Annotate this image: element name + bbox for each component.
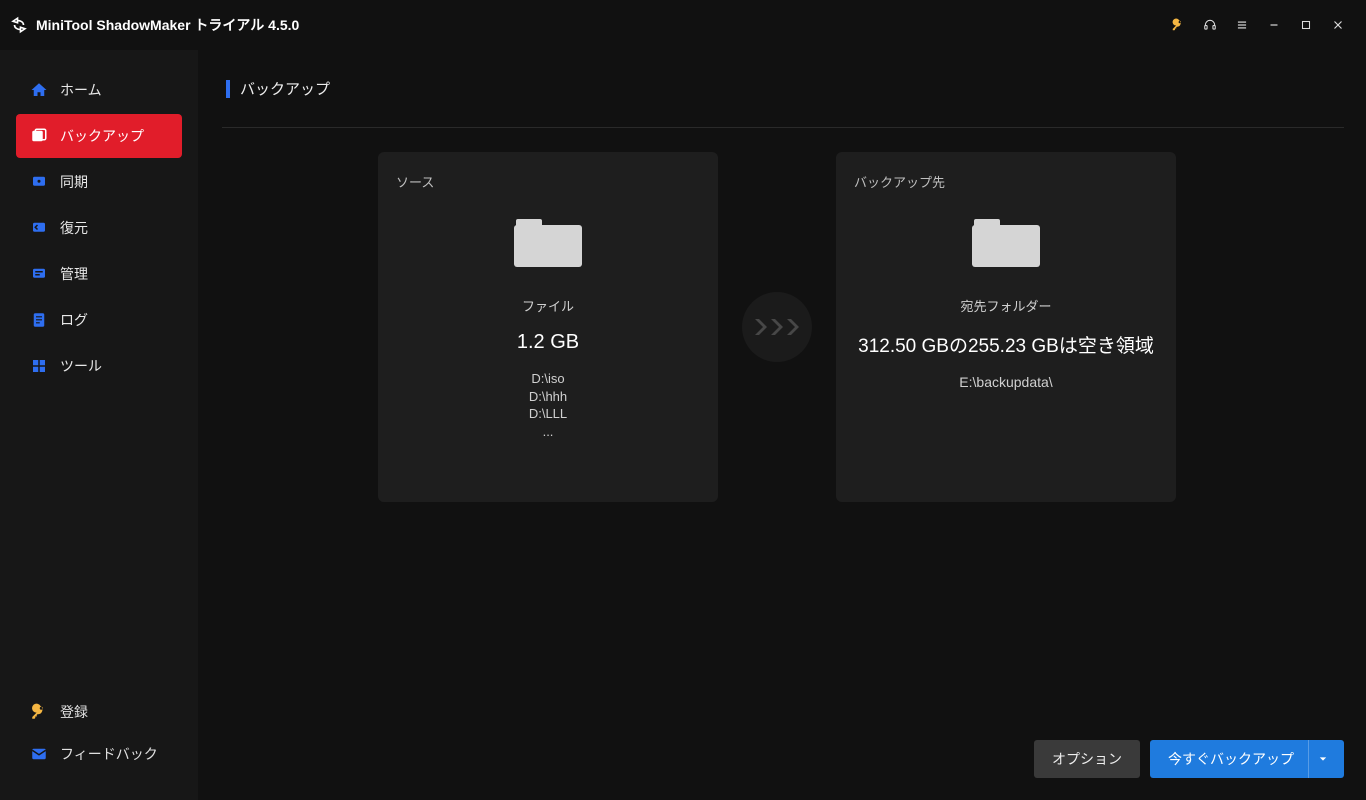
- footer-actions: オプション 今すぐバックアップ: [1034, 740, 1344, 778]
- sidebar-item-label: 復元: [60, 218, 88, 238]
- chevron-down-icon[interactable]: [1308, 740, 1336, 778]
- sidebar-bottom: 登録 フィードバック: [0, 692, 198, 800]
- app-logo-icon: [10, 16, 28, 34]
- sidebar-item-label: ツール: [60, 356, 102, 376]
- source-size: 1.2 GB: [517, 331, 579, 354]
- options-button-label: オプション: [1052, 749, 1122, 769]
- feedback-link[interactable]: フィードバック: [16, 734, 182, 774]
- headset-icon[interactable]: [1194, 9, 1226, 41]
- backup-now-button-label: 今すぐバックアップ: [1168, 749, 1294, 769]
- sidebar-item-home[interactable]: ホーム: [16, 68, 182, 112]
- log-icon: [30, 311, 48, 329]
- register-link[interactable]: 登録: [16, 692, 182, 732]
- sidebar-item-label: 同期: [60, 172, 88, 192]
- restore-icon: [30, 219, 48, 237]
- backup-now-button[interactable]: 今すぐバックアップ: [1150, 740, 1344, 778]
- source-path: D:\hhh: [529, 388, 567, 406]
- source-path: D:\LLL: [529, 405, 567, 423]
- sidebar-item-label: 管理: [60, 264, 88, 284]
- source-path: D:\iso: [529, 370, 567, 388]
- page-heading: バックアップ: [226, 78, 1344, 99]
- divider: [222, 127, 1344, 128]
- title-bar: MiniTool ShadowMaker トライアル 4.5.0: [0, 0, 1366, 50]
- feedback-label: フィードバック: [60, 744, 158, 764]
- sidebar-item-tools[interactable]: ツール: [16, 344, 182, 388]
- tools-icon: [30, 357, 48, 375]
- source-type: ファイル: [522, 296, 574, 315]
- sidebar-item-restore[interactable]: 復元: [16, 206, 182, 250]
- sidebar-item-label: ホーム: [60, 80, 102, 100]
- key-icon: [30, 703, 48, 721]
- page-title: バックアップ: [240, 78, 330, 99]
- close-icon[interactable]: [1322, 9, 1354, 41]
- backup-icon: [30, 127, 48, 145]
- options-button[interactable]: オプション: [1034, 740, 1140, 778]
- sidebar-item-manage[interactable]: 管理: [16, 252, 182, 296]
- key-icon[interactable]: [1162, 9, 1194, 41]
- source-card[interactable]: ソース ファイル 1.2 GB D:\iso D:\hhh D:\LLL ...: [378, 152, 718, 502]
- title-bar-left: MiniTool ShadowMaker トライアル 4.5.0: [10, 15, 299, 35]
- destination-card[interactable]: バックアップ先 宛先フォルダー 312.50 GBの255.23 GBは空き領域…: [836, 152, 1176, 502]
- destination-path: E:\backupdata\: [959, 374, 1052, 390]
- source-path-more: ...: [529, 423, 567, 441]
- folder-icon: [512, 211, 584, 274]
- backup-cards-row: ソース ファイル 1.2 GB D:\iso D:\hhh D:\LLL ...: [378, 152, 1344, 502]
- sync-icon: [30, 173, 48, 191]
- menu-icon[interactable]: [1226, 9, 1258, 41]
- folder-icon: [970, 211, 1042, 274]
- arrow-icon: [742, 292, 812, 362]
- sidebar-item-label: ログ: [60, 310, 88, 330]
- manage-icon: [30, 265, 48, 283]
- destination-type: 宛先フォルダー: [960, 296, 1051, 315]
- sidebar-item-label: バックアップ: [60, 126, 144, 146]
- destination-space: 312.50 GBの255.23 GBは空き領域: [858, 331, 1154, 358]
- source-paths: D:\iso D:\hhh D:\LLL ...: [529, 370, 567, 440]
- app-title: MiniTool ShadowMaker トライアル 4.5.0: [36, 15, 299, 35]
- sidebar: ホーム バックアップ 同期 復元 管理 ログ: [0, 50, 198, 800]
- sidebar-item-backup[interactable]: バックアップ: [16, 114, 182, 158]
- home-icon: [30, 81, 48, 99]
- register-label: 登録: [60, 702, 88, 722]
- maximize-icon[interactable]: [1290, 9, 1322, 41]
- content-area: バックアップ ソース ファイル 1.2 GB D:\iso D:\hhh D:\…: [198, 50, 1366, 800]
- mail-icon: [30, 745, 48, 763]
- minimize-icon[interactable]: [1258, 9, 1290, 41]
- sidebar-item-log[interactable]: ログ: [16, 298, 182, 342]
- title-bar-right: [1162, 9, 1354, 41]
- nav-list: ホーム バックアップ 同期 復元 管理 ログ: [0, 68, 198, 390]
- destination-label: バックアップ先: [854, 172, 945, 191]
- source-label: ソース: [396, 172, 434, 191]
- sidebar-item-sync[interactable]: 同期: [16, 160, 182, 204]
